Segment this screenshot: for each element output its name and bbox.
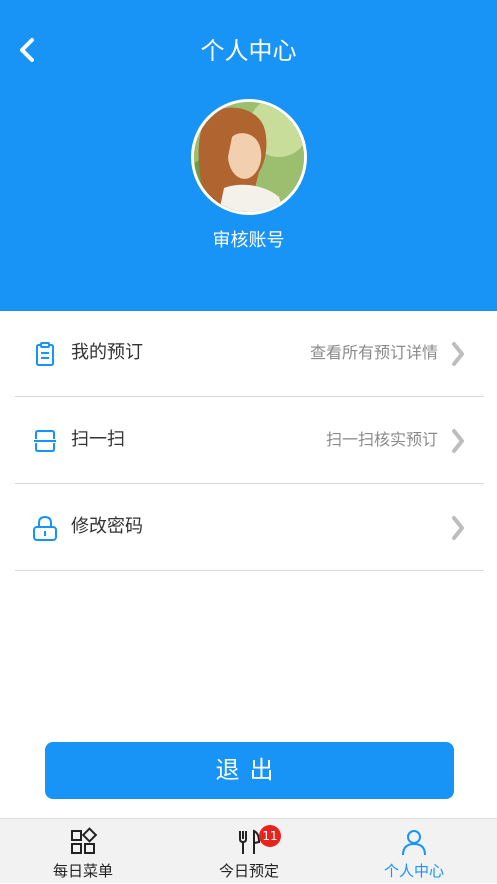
grid-icon	[71, 827, 98, 854]
notification-badge: 11	[259, 825, 281, 847]
chevron-right-icon	[452, 342, 464, 366]
user-icon	[402, 830, 426, 856]
avatar[interactable]	[191, 99, 307, 215]
menu-item-label: 修改密码	[71, 516, 143, 537]
avatar-image	[194, 102, 304, 212]
tab-label: 每日菜单	[52, 862, 113, 880]
menu-item-label: 扫一扫	[71, 429, 125, 450]
tab-label: 今日预定	[218, 862, 279, 880]
clipboard-icon	[36, 342, 54, 366]
scan-icon	[34, 430, 56, 452]
menu-item-detail: 扫一扫核实预订	[325, 430, 438, 449]
logout-button[interactable]: 退出	[45, 742, 454, 799]
profile-header: 个人中心 审核账号	[0, 0, 497, 311]
tab-bar: 每日菜单 11 今日预定 个人中心	[0, 818, 497, 883]
menu-item-my-reservations[interactable]: 我的预订 查看所有预订详情	[15, 311, 484, 397]
tab-profile[interactable]: 个人中心	[331, 819, 497, 884]
menu-item-label: 我的预订	[71, 342, 143, 363]
tab-daily-menu[interactable]: 每日菜单	[0, 819, 166, 884]
menu-item-scan[interactable]: 扫一扫 扫一扫核实预订	[15, 398, 484, 484]
tab-today-booking[interactable]: 11 今日预定	[166, 819, 332, 884]
lock-icon	[33, 515, 57, 541]
username: 审核账号	[212, 230, 285, 251]
page-title: 个人中心	[200, 37, 297, 65]
chevron-right-icon	[452, 516, 464, 540]
chevron-right-icon	[452, 429, 464, 453]
menu-item-change-password[interactable]: 修改密码	[15, 485, 484, 571]
tab-label: 个人中心	[383, 862, 444, 880]
menu-item-detail: 查看所有预订详情	[309, 343, 438, 362]
